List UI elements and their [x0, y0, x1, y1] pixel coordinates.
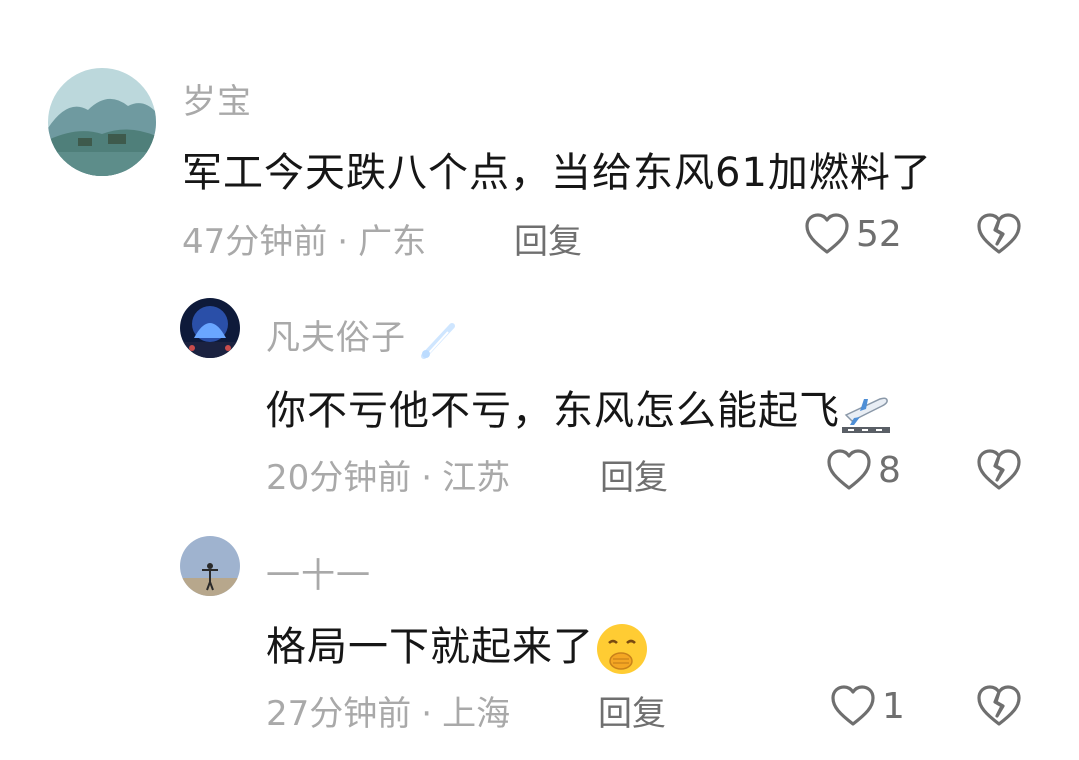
comment-time: 20分钟前 [266, 458, 412, 498]
comment-username[interactable]: 岁宝 [182, 74, 252, 123]
dislike-button[interactable] [976, 212, 1022, 256]
dislike-button[interactable] [976, 684, 1022, 728]
avatar[interactable] [180, 536, 240, 596]
reply-button[interactable]: 回复 [514, 214, 582, 263]
comment-meta: 27分钟前 · 上海 [266, 686, 510, 735]
comment-location: 江苏 [442, 458, 511, 498]
person-avatar-image [180, 536, 240, 596]
meta-separator: · [337, 222, 349, 262]
dislike-button[interactable] [976, 448, 1022, 492]
landscape-avatar-image [48, 68, 156, 176]
comment-text-body: 格局一下就起来了 [266, 624, 594, 670]
like-count: 52 [856, 213, 902, 255]
heart-icon [804, 212, 850, 256]
comment-time: 27分钟前 [266, 694, 412, 734]
broken-heart-icon [976, 684, 1022, 728]
like-count: 1 [882, 685, 905, 727]
avatar[interactable] [180, 298, 240, 358]
comet-icon [418, 320, 458, 360]
comment-item: 岁宝 军工今天跌八个点，当给东风61加燃料了 47分钟前 · 广东 回复 52 [0, 0, 1079, 270]
reply-button[interactable]: 回复 [600, 450, 668, 499]
comment-list: 岁宝 军工今天跌八个点，当给东风61加燃料了 47分钟前·广东 回复 52 [0, 0, 1079, 760]
dragon-avatar-image [180, 298, 240, 358]
like-button[interactable]: 1 [830, 684, 905, 728]
comment-username[interactable]: 凡夫俗子 [266, 310, 458, 360]
comment-meta: 47分钟前 · 广东 [182, 214, 426, 263]
airplane-departure-icon [840, 391, 892, 435]
comment-username[interactable]: 一十一 [266, 548, 371, 597]
reply-comment-item: 凡夫俗子 你不亏他不亏，东风怎么能起飞 20分钟前 · 江苏 回复 8 [0, 270, 1079, 510]
like-count: 8 [878, 449, 901, 491]
comment-location: 广东 [358, 222, 427, 262]
reply-comment-item: 一十一 格局一下就起来了 27分钟前 · 上海 回复 1 [0, 510, 1079, 760]
meta-separator: · [421, 694, 433, 734]
smirking-hand-over-mouth-emoji-icon [594, 621, 650, 677]
username-text: 凡夫俗子 [266, 318, 406, 358]
heart-icon [830, 684, 876, 728]
broken-heart-icon [976, 212, 1022, 256]
avatar[interactable] [48, 68, 156, 176]
reply-button[interactable]: 回复 [598, 686, 666, 735]
comment-text-body: 你不亏他不亏，东风怎么能起飞 [266, 388, 840, 434]
comment-meta: 20分钟前 · 江苏 [266, 450, 510, 499]
like-button[interactable]: 8 [826, 448, 901, 492]
comment-text: 军工今天跌八个点，当给东风61加燃料了 [182, 150, 932, 196]
comment-time: 47分钟前 [182, 222, 328, 262]
comment-text: 格局一下就起来了 [266, 614, 650, 677]
comment-text: 你不亏他不亏，东风怎么能起飞 [266, 378, 892, 436]
heart-icon [826, 448, 872, 492]
like-button[interactable]: 52 [804, 212, 902, 256]
comment-location: 上海 [442, 694, 511, 734]
meta-separator: · [421, 458, 433, 498]
broken-heart-icon [976, 448, 1022, 492]
